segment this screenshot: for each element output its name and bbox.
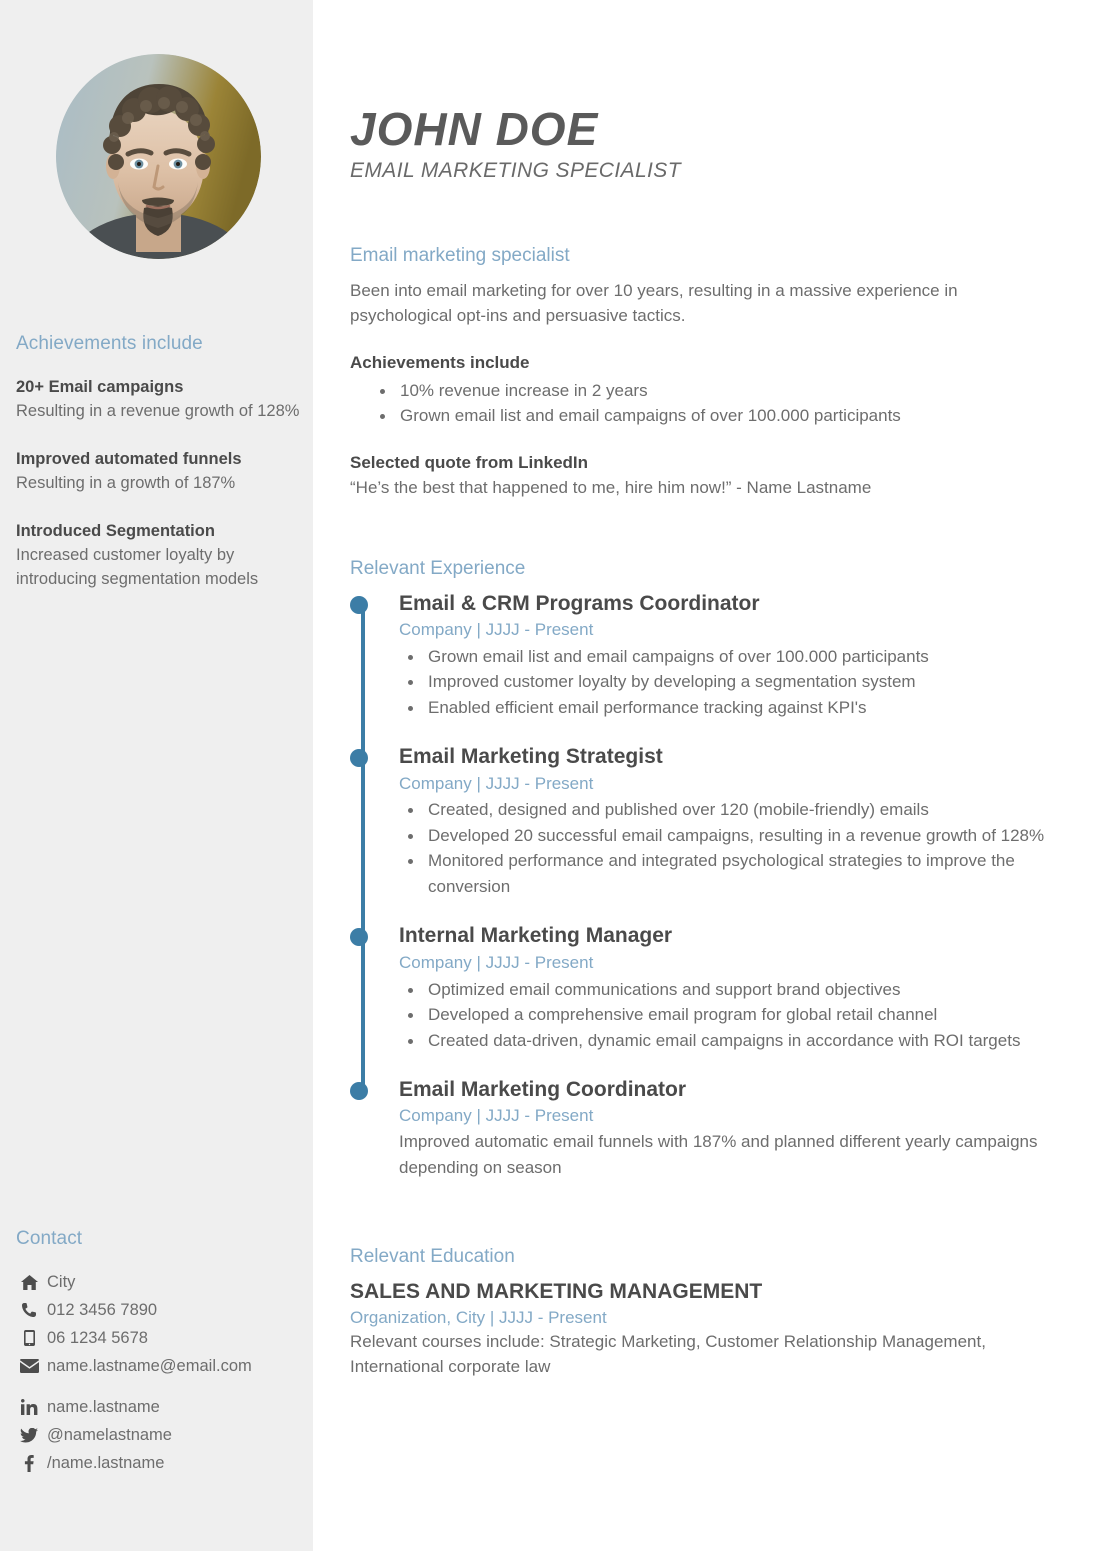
sidebar-contact-heading: Contact (16, 1228, 83, 1249)
summary-section: Email marketing specialist Been into ema… (350, 245, 1050, 501)
education-description: Relevant courses include: Strategic Mark… (350, 1332, 986, 1376)
experience-paragraph: Improved automatic email funnels with 18… (399, 1132, 1038, 1177)
list-item: Developed a comprehensive email program … (408, 1002, 1050, 1028)
summary-body: Been into email marketing for over 10 ye… (350, 280, 958, 326)
experience-company: Company | JJJJ - Present (399, 773, 594, 793)
summary-achievements-list: 10% revenue increase in 2 years Grown em… (350, 378, 1050, 429)
experience-bullets: Grown email list and email campaigns of … (399, 644, 1050, 721)
education-title: SALES AND MARKETING MANAGEMENT (350, 1280, 763, 1303)
sidebar-achievement-item: Improved automated funnels Resulting in … (16, 448, 301, 496)
list-item: Improved customer loyalty by developing … (408, 669, 1050, 695)
resume-page: Achievements include 20+ Email campaigns… (0, 0, 1096, 1551)
achievement-description: Increased customer loyalty by introducin… (16, 546, 259, 589)
experience-timeline: Email & CRM Programs Coordinator Company… (350, 591, 1050, 1181)
experience-item: Email Marketing Strategist Company | JJJ… (350, 744, 1050, 899)
list-item: 10% revenue increase in 2 years (380, 378, 1050, 404)
contact-row-phone[interactable]: 012 3456 7890 (16, 1299, 301, 1322)
resume-header: JOHN DOE EMAIL MARKETING SPECIALIST (350, 0, 1050, 183)
list-item: Grown email list and email campaigns of … (380, 403, 1050, 429)
experience-title: Internal Marketing Manager (399, 924, 673, 948)
experience-bullets: Created, designed and published over 120… (399, 797, 1050, 899)
contact-row-facebook[interactable]: /name.lastname (16, 1452, 301, 1475)
envelope-icon (16, 1359, 42, 1374)
experience-item: Email & CRM Programs Coordinator Company… (350, 591, 1050, 721)
avatar (56, 54, 261, 259)
profile-photo-image (56, 54, 261, 259)
facebook-icon (16, 1454, 42, 1472)
sidebar-achievement-item: Introduced Segmentation Increased custom… (16, 520, 301, 592)
list-item: Grown email list and email campaigns of … (408, 644, 1050, 670)
contact-row-mobile[interactable]: 06 1234 5678 (16, 1327, 301, 1350)
quote-label: Selected quote from LinkedIn (350, 452, 589, 472)
summary-achievements-label: Achievements include (350, 352, 530, 372)
experience-item: Email Marketing Coordinator Company | JJ… (350, 1077, 1050, 1180)
contact-email-text: name.lastname@email.com (47, 1356, 252, 1375)
list-item: Optimized email communications and suppo… (408, 977, 1050, 1003)
contact-mobile-text: 06 1234 5678 (47, 1328, 148, 1347)
experience-section: Relevant Experience Email & CRM Programs… (350, 558, 1050, 1180)
achievement-description: Resulting in a revenue growth of 128% (16, 402, 300, 421)
achievement-description: Resulting in a growth of 187% (16, 474, 236, 493)
list-item: Created, designed and published over 120… (408, 797, 1050, 823)
achievement-title: 20+ Email campaigns (16, 377, 184, 396)
contact-row-email[interactable]: name.lastname@email.com (16, 1355, 301, 1378)
list-item: Enabled efficient email performance trac… (408, 695, 1050, 721)
education-organization: Organization, City | JJJJ - Present (350, 1308, 607, 1328)
experience-company: Company | JJJJ - Present (399, 952, 594, 972)
timeline-line (361, 602, 365, 1096)
sidebar: Achievements include 20+ Email campaigns… (0, 0, 313, 1551)
sidebar-achievements-heading: Achievements include (16, 333, 203, 354)
sidebar-contact-section: Contact City 012 3456 7890 06 1234 5678 … (16, 1228, 301, 1480)
page-title: JOHN DOE (350, 103, 599, 155)
education-section: Relevant Education SALES AND MARKETING M… (350, 1246, 1050, 1379)
job-title: EMAIL MARKETING SPECIALIST (350, 159, 681, 182)
education-heading: Relevant Education (350, 1246, 515, 1268)
timeline-dot-icon (350, 928, 368, 947)
list-item: Created data-driven, dynamic email campa… (408, 1028, 1050, 1054)
contact-primary-group: City 012 3456 7890 06 1234 5678 name.las… (16, 1271, 301, 1378)
mobile-icon (16, 1330, 42, 1347)
phone-icon (16, 1302, 42, 1318)
contact-twitter-text: @namelastname (47, 1425, 172, 1444)
contact-row-linkedin[interactable]: name.lastname (16, 1396, 301, 1419)
twitter-icon (16, 1427, 42, 1443)
contact-phone-text: 012 3456 7890 (47, 1300, 158, 1319)
contact-social-group: name.lastname @namelastname /name.lastna… (16, 1396, 301, 1475)
contact-city-text: City (47, 1272, 76, 1291)
experience-company: Company | JJJJ - Present (399, 619, 594, 639)
experience-title: Email Marketing Coordinator (399, 1078, 687, 1102)
experience-title: Email & CRM Programs Coordinator (399, 591, 760, 615)
contact-linkedin-text: name.lastname (47, 1397, 160, 1416)
contact-row-city: City (16, 1271, 301, 1294)
contact-row-twitter[interactable]: @namelastname (16, 1424, 301, 1447)
main-content: JOHN DOE EMAIL MARKETING SPECIALIST Emai… (350, 0, 1050, 1379)
sidebar-achievement-item: 20+ Email campaigns Resulting in a reven… (16, 376, 301, 424)
linkedin-icon (16, 1399, 42, 1416)
list-item: Monitored performance and integrated psy… (408, 848, 1050, 899)
experience-heading: Relevant Experience (350, 557, 526, 579)
contact-facebook-text: /name.lastname (47, 1453, 165, 1472)
achievement-title: Introduced Segmentation (16, 522, 215, 541)
timeline-dot-icon (350, 749, 368, 768)
experience-title: Email Marketing Strategist (399, 745, 663, 769)
timeline-dot-icon (350, 595, 368, 614)
experience-company: Company | JJJJ - Present (399, 1106, 594, 1126)
achievement-title: Improved automated funnels (16, 449, 242, 468)
list-item: Developed 20 successful email campaigns,… (408, 823, 1050, 849)
home-icon (16, 1274, 42, 1290)
timeline-dot-icon (350, 1082, 368, 1101)
experience-item: Internal Marketing Manager Company | JJJ… (350, 923, 1050, 1054)
sidebar-achievements-section: Achievements include 20+ Email campaigns… (16, 333, 301, 616)
quote-text: “He’s the best that happened to me, hire… (350, 478, 872, 498)
summary-heading: Email marketing specialist (350, 245, 570, 267)
experience-bullets: Optimized email communications and suppo… (399, 977, 1050, 1054)
